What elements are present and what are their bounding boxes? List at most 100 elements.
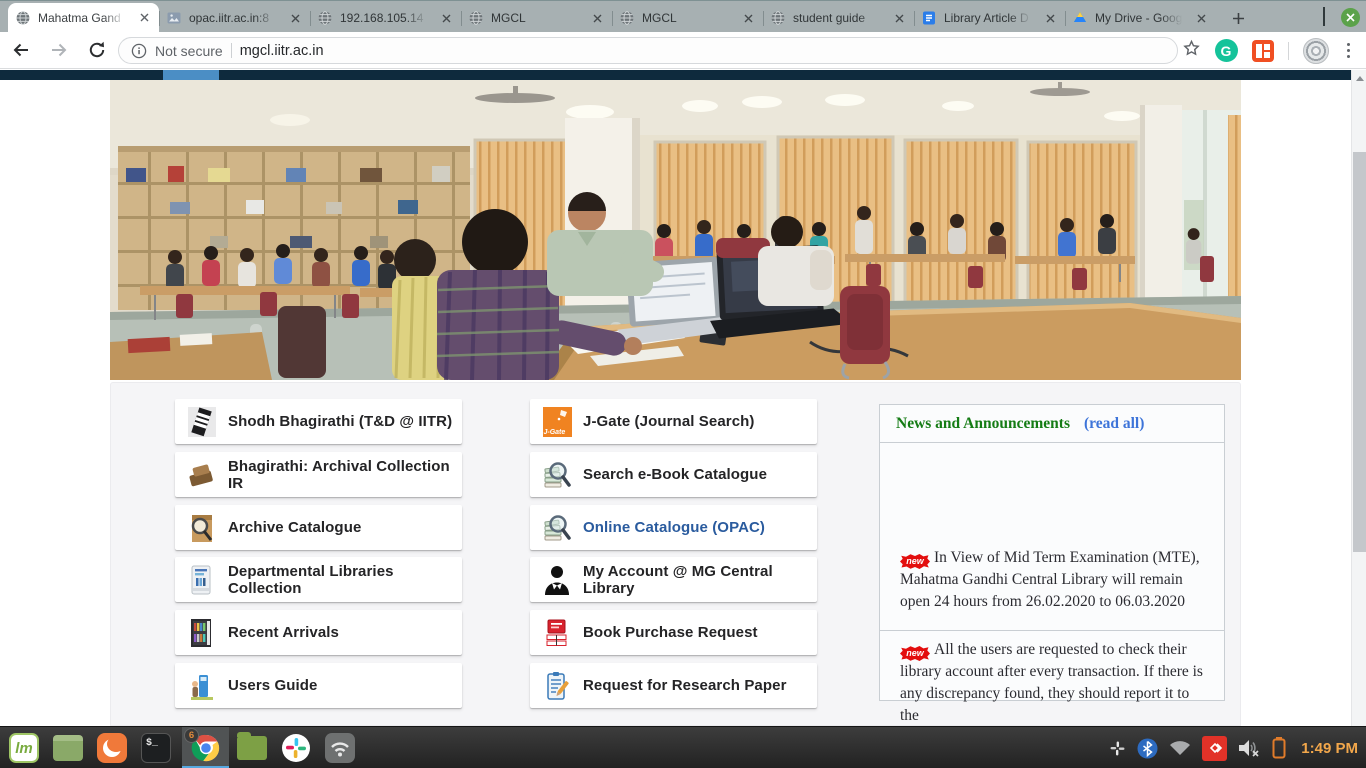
- tab-close-icon[interactable]: [891, 10, 907, 26]
- link-ebook-catalogue[interactable]: Search e-Book Catalogue: [530, 452, 817, 497]
- wifi-tray-icon[interactable]: [1168, 738, 1192, 758]
- back-button[interactable]: [4, 35, 38, 65]
- plus-icon: [1232, 12, 1245, 25]
- link-departmental-libraries[interactable]: Departmental Libraries Collection: [175, 557, 462, 602]
- terminal-icon: $_: [141, 733, 171, 763]
- new-tab-button[interactable]: [1224, 4, 1252, 32]
- tab-close-icon[interactable]: [287, 10, 303, 26]
- new-badge: new: [900, 646, 930, 661]
- quicklink-label: Shodh Bhagirathi (T&D @ IITR): [228, 413, 452, 430]
- docs-icon: [921, 10, 937, 26]
- thesis-stack-icon: [187, 406, 217, 438]
- grammarly-extension-icon[interactable]: G: [1215, 39, 1238, 62]
- window-controls: [1307, 1, 1360, 33]
- link-jgate[interactable]: J-Gate J-Gate (Journal Search): [530, 399, 817, 444]
- firefox-launcher[interactable]: [96, 732, 128, 764]
- link-recent-arrivals[interactable]: Recent Arrivals: [175, 610, 462, 655]
- site-navbar-strip: [0, 70, 1351, 80]
- news-item: newIn View of Mid Term Examination (MTE)…: [880, 539, 1224, 631]
- jgate-icon: J-Gate: [542, 406, 572, 438]
- globe-icon: [468, 10, 484, 26]
- files-launcher[interactable]: [236, 732, 268, 764]
- terminal-launcher[interactable]: $_: [140, 732, 172, 764]
- archival-box-icon: [187, 459, 217, 491]
- news-item-text: All the users are requested to check the…: [900, 641, 1203, 724]
- browser-menu-button[interactable]: [1343, 39, 1355, 63]
- link-my-account[interactable]: My Account @ MG Central Library: [530, 557, 817, 602]
- library-photo: [110, 80, 1241, 380]
- page-scrollbar[interactable]: [1351, 70, 1366, 726]
- address-bar[interactable]: Not secure mgcl.iitr.ac.in: [118, 37, 1178, 64]
- quicklink-label: Online Catalogue (OPAC): [583, 519, 765, 536]
- active-nav-indicator: [163, 70, 219, 80]
- info-icon[interactable]: [131, 43, 147, 59]
- link-shodh-bhagirathi[interactable]: Shodh Bhagirathi (T&D @ IITR): [175, 399, 462, 444]
- scrollbar-thumb[interactable]: [1353, 152, 1366, 552]
- tab-mahatma-gandhi-library[interactable]: Mahatma Gand: [8, 3, 159, 32]
- slack-tray-icon[interactable]: [1108, 739, 1127, 758]
- bluetooth-tray-icon[interactable]: [1137, 738, 1158, 759]
- forward-button[interactable]: [42, 35, 76, 65]
- volume-muted-tray-icon[interactable]: [1237, 737, 1261, 759]
- tab-mgcl-1[interactable]: MGCL: [461, 4, 612, 32]
- mint-logo-icon: lm: [9, 733, 39, 763]
- tab-title: Library Article D: [944, 11, 1035, 25]
- mint-menu-button[interactable]: lm: [8, 732, 40, 764]
- close-icon: [1346, 13, 1355, 22]
- link-archive-catalogue[interactable]: Archive Catalogue: [175, 505, 462, 550]
- tab-student-guide[interactable]: student guide: [763, 4, 914, 32]
- person-icon: [542, 564, 572, 596]
- scroll-up-arrow-icon[interactable]: [1352, 70, 1366, 87]
- jgate-label: J-Gate: [544, 429, 566, 436]
- globe-icon: [15, 10, 31, 26]
- tab-close-icon[interactable]: [1193, 10, 1209, 26]
- quicklink-label: Users Guide: [228, 677, 317, 694]
- restore-button[interactable]: [1323, 8, 1325, 26]
- tab-opac[interactable]: opac.iitr.ac.in:8: [159, 4, 310, 32]
- tab-title: MGCL: [642, 11, 733, 25]
- tab-close-icon[interactable]: [1042, 10, 1058, 26]
- news-title: News and Announcements: [896, 415, 1070, 433]
- tab-close-icon[interactable]: [589, 10, 605, 26]
- tab-mgcl-2[interactable]: MGCL: [612, 4, 763, 32]
- link-research-paper-request[interactable]: Request for Research Paper: [530, 663, 817, 708]
- link-book-purchase[interactable]: Book Purchase Request: [530, 610, 817, 655]
- window-close-button[interactable]: [1341, 8, 1360, 27]
- anydesk-tray-icon[interactable]: [1202, 736, 1227, 761]
- image-icon: [166, 10, 182, 26]
- tab-close-icon[interactable]: [740, 10, 756, 26]
- quicklink-label: Recent Arrivals: [228, 624, 339, 641]
- profile-avatar[interactable]: [1303, 38, 1329, 64]
- tab-close-icon[interactable]: [438, 10, 454, 26]
- taskbar-clock[interactable]: 1:49 PM: [1297, 740, 1358, 757]
- news-read-all-link[interactable]: (read all): [1084, 415, 1144, 433]
- link-opac[interactable]: Online Catalogue (OPAC): [530, 505, 817, 550]
- tab-google-drive[interactable]: My Drive - Goog: [1065, 4, 1216, 32]
- news-item: newAll the users are requested to check …: [880, 631, 1224, 726]
- tab-close-icon[interactable]: [136, 10, 152, 26]
- tab-ip-address[interactable]: 192.168.105.14: [310, 4, 461, 32]
- bookmark-star-button[interactable]: [1182, 39, 1201, 63]
- desktop-icon: [53, 735, 83, 761]
- book-search-icon: [542, 459, 572, 491]
- quicklink-label: Book Purchase Request: [583, 624, 758, 641]
- reload-button[interactable]: [80, 35, 114, 65]
- system-tray: 1:49 PM: [1108, 727, 1358, 768]
- slack-launcher[interactable]: [280, 732, 312, 764]
- show-desktop-button[interactable]: [52, 732, 84, 764]
- drive-icon: [1072, 10, 1088, 26]
- battery-tray-icon[interactable]: [1271, 736, 1287, 760]
- tab-title: student guide: [793, 11, 884, 25]
- tab-title: MGCL: [491, 11, 582, 25]
- network-launcher[interactable]: [324, 732, 356, 764]
- globe-icon: [619, 10, 635, 26]
- link-bhagirathi-archival[interactable]: Bhagirathi: Archival Collection IR: [175, 452, 462, 497]
- link-users-guide[interactable]: Users Guide: [175, 663, 462, 708]
- tab-library-article[interactable]: Library Article D: [914, 4, 1065, 32]
- globe-icon: [317, 10, 333, 26]
- star-icon: [1182, 39, 1201, 58]
- quicklink-label: Request for Research Paper: [583, 677, 787, 694]
- news-header: News and Announcements (read all): [880, 405, 1224, 443]
- url-text: mgcl.iitr.ac.in: [240, 43, 324, 59]
- orange-extension-icon[interactable]: [1252, 40, 1274, 62]
